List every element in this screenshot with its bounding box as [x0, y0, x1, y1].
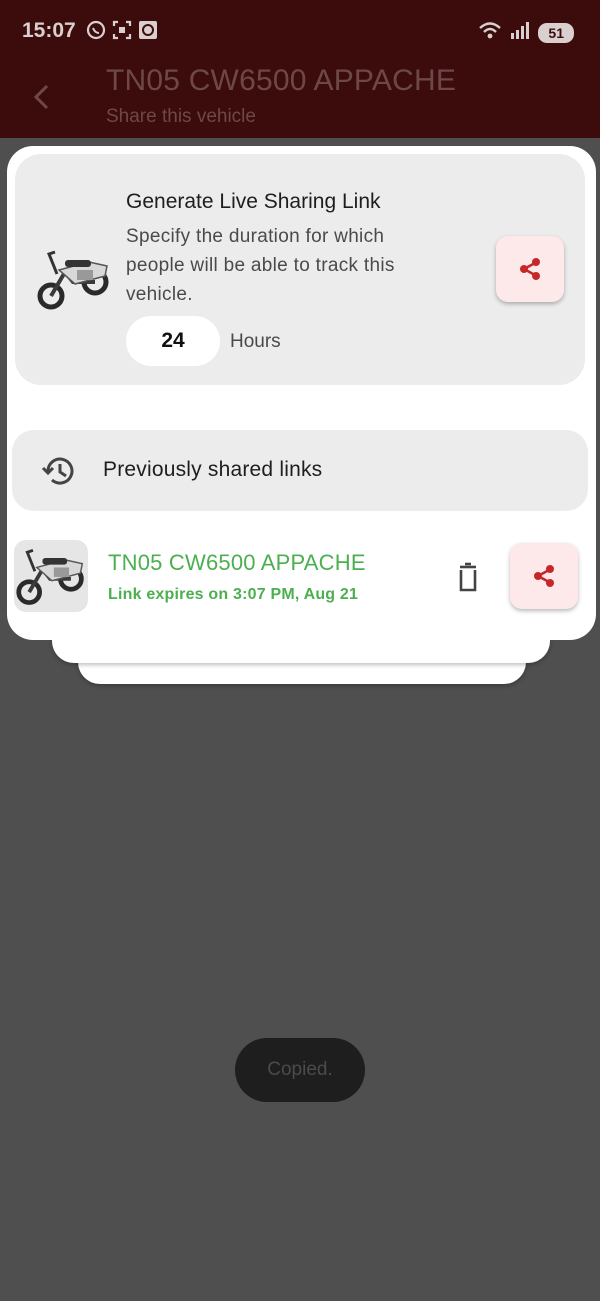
- status-left-icons: [86, 20, 158, 40]
- copied-toast: Copied.: [235, 1038, 365, 1102]
- generate-share-button[interactable]: [496, 236, 564, 302]
- motorcycle-icon: [14, 542, 88, 610]
- generate-link-title: Generate Live Sharing Link: [126, 190, 381, 213]
- chevron-left-icon: [33, 84, 49, 110]
- generate-link-card: Generate Live Sharing Link Specify the d…: [15, 154, 585, 385]
- vehicle-thumbnail: [14, 540, 88, 612]
- status-right-icons: 51: [478, 20, 574, 45]
- page-subtitle: Share this vehicle: [106, 106, 256, 127]
- share-icon: [518, 256, 542, 282]
- whatsapp-icon: [86, 20, 106, 40]
- motorcycle-icon: [35, 244, 113, 314]
- app-bar: TN05 CW6500 APPACHE Share this vehicle: [0, 64, 600, 138]
- battery-icon: 51: [538, 22, 574, 43]
- duration-input[interactable]: 24: [126, 316, 220, 366]
- app-notification-icon: [138, 20, 158, 40]
- generate-link-description: Specify the duration for which people wi…: [126, 226, 395, 305]
- page-title: TN05 CW6500 APPACHE: [106, 64, 457, 97]
- history-icon: [41, 457, 74, 485]
- status-bar: 15:07 51: [0, 0, 600, 64]
- previous-links-title: Previously shared links: [103, 458, 323, 481]
- back-button[interactable]: [28, 82, 58, 112]
- share-sheet: Generate Live Sharing Link Specify the d…: [7, 146, 596, 640]
- screenshot-icon: [112, 20, 132, 40]
- duration-unit-label: Hours: [230, 331, 281, 352]
- shared-link-vehicle-name: TN05 CW6500 APPACHE: [108, 550, 366, 575]
- wifi-icon: [478, 20, 502, 45]
- trash-icon: [459, 562, 477, 592]
- previous-links-header: Previously shared links: [12, 430, 588, 511]
- share-icon: [532, 563, 556, 589]
- signal-icon: [510, 20, 530, 45]
- share-link-button[interactable]: [510, 543, 578, 609]
- delete-link-button[interactable]: [454, 562, 482, 594]
- list-item[interactable]: TN05 CW6500 APPACHE Link expires on 3:07…: [14, 538, 592, 618]
- status-time: 15:07: [22, 19, 76, 42]
- shared-link-expiry: Link expires on 3:07 PM, Aug 21: [108, 586, 359, 603]
